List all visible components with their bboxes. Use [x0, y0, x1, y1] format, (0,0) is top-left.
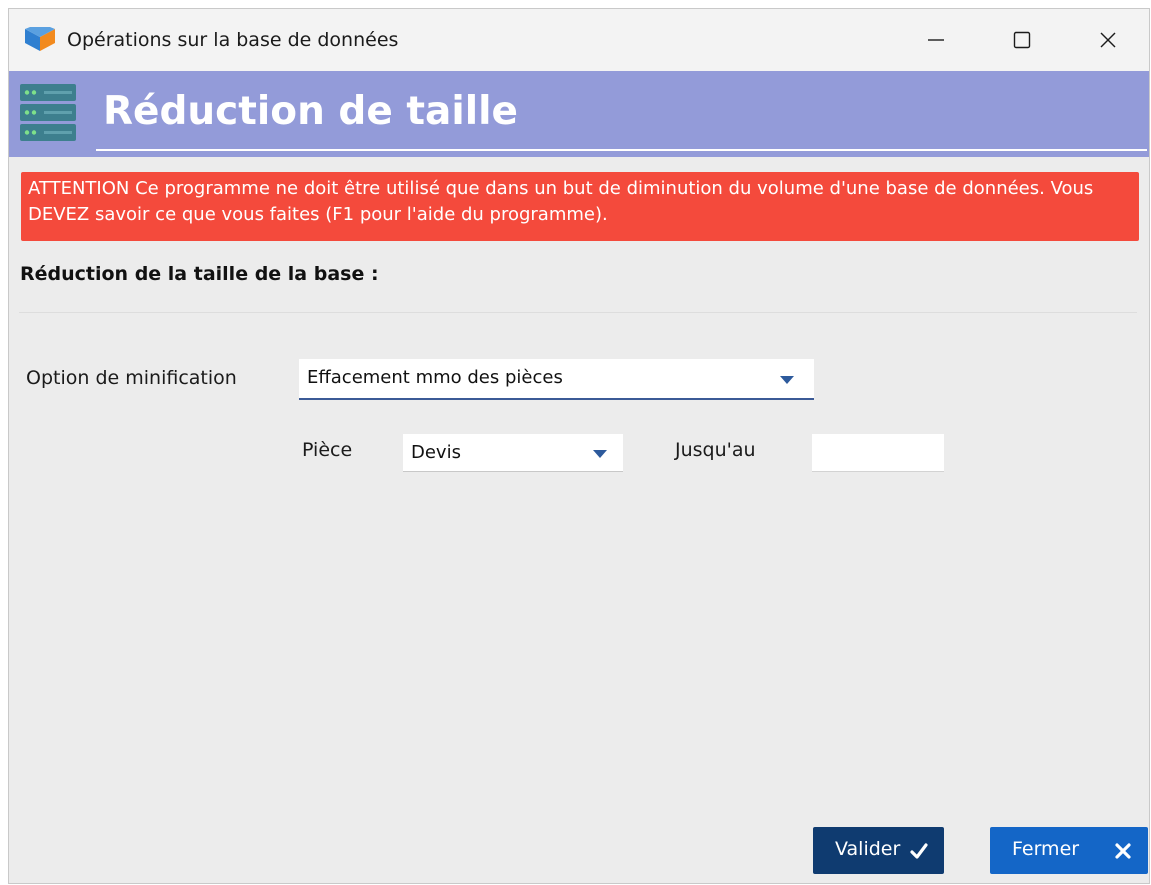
close-icon — [1100, 32, 1116, 48]
section-title: Réduction de la taille de la base : — [20, 263, 379, 285]
piece-select-value: Devis — [411, 442, 461, 463]
close-button-label: Fermer — [1012, 838, 1080, 860]
option-label: Option de minification — [26, 367, 237, 389]
database-server-icon — [20, 84, 76, 141]
warning-banner: ATTENTION Ce programme ne doit être util… — [21, 172, 1139, 241]
title-underline — [96, 149, 1147, 151]
minimize-icon — [928, 39, 944, 41]
piece-label: Pièce — [302, 439, 353, 461]
validate-button[interactable]: Valider — [813, 827, 944, 874]
checkmark-icon — [910, 843, 928, 859]
chevron-down-icon — [780, 376, 794, 384]
close-icon — [1115, 843, 1131, 859]
maximize-button[interactable] — [979, 9, 1065, 71]
minimize-button[interactable] — [893, 9, 979, 71]
chevron-down-icon — [593, 450, 607, 458]
dialog-window: Opérations sur la base de données Réduct… — [8, 8, 1150, 884]
until-date-input[interactable] — [812, 434, 944, 472]
option-select-value: Effacement mmo des pièces — [307, 367, 563, 388]
header-banner: Réduction de taille — [9, 71, 1149, 157]
app-logo-icon — [25, 27, 55, 51]
page-title: Réduction de taille — [103, 89, 518, 134]
title-bar[interactable]: Opérations sur la base de données — [9, 9, 1149, 71]
option-select[interactable]: Effacement mmo des pièces — [299, 359, 814, 400]
close-window-button[interactable] — [1065, 9, 1149, 71]
window-title: Opérations sur la base de données — [67, 29, 399, 51]
maximize-icon — [1013, 31, 1031, 49]
validate-button-label: Valider — [835, 838, 901, 860]
piece-select[interactable]: Devis — [403, 434, 623, 472]
close-button[interactable]: Fermer — [990, 827, 1148, 874]
section-divider — [19, 312, 1137, 313]
until-label: Jusqu'au — [675, 439, 756, 461]
